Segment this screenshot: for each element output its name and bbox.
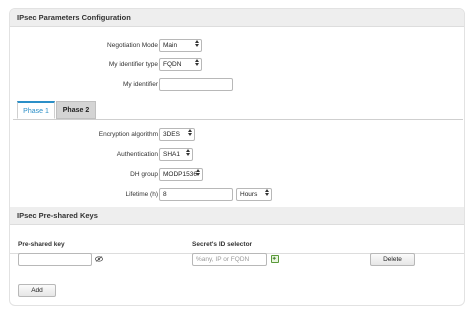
phase-tabs: Phase 1 Phase 2: [13, 101, 463, 120]
tab-phase-2[interactable]: Phase 2: [56, 101, 96, 119]
secret-id-selector-input[interactable]: %any, IP or FQDN: [192, 253, 267, 266]
encryption-label: Encryption algorithm: [98, 131, 158, 138]
my-identifier-type-row: My identifier type FQDN: [10, 57, 464, 73]
delete-button[interactable]: Delete: [370, 253, 415, 266]
lifetime-unit-select[interactable]: Hours: [236, 188, 272, 201]
lifetime-input[interactable]: 8: [159, 188, 233, 201]
section-title: IPsec Parameters Configuration: [17, 13, 131, 22]
authentication-value: SHA1: [163, 151, 180, 158]
dh-group-row: DH group MODP1536: [10, 167, 464, 183]
tab-phase-1-label: Phase 1: [23, 108, 49, 115]
pre-shared-key-input[interactable]: [18, 253, 92, 266]
negotiation-mode-value: Main: [163, 42, 178, 49]
my-identifier-label: My identifier: [122, 81, 158, 88]
col-pre-shared-key: Pre-shared key: [18, 241, 65, 248]
my-identifier-type-select[interactable]: FQDN: [159, 58, 202, 71]
authentication-select[interactable]: SHA1: [159, 148, 193, 161]
authentication-row: Authentication SHA1: [10, 147, 464, 163]
encryption-row: Encryption algorithm 3DES: [10, 127, 464, 143]
tab-phase-2-label: Phase 2: [62, 107, 90, 114]
lifetime-label: Lifetime (h): [125, 191, 158, 198]
my-identifier-type-label: My identifier type: [108, 61, 158, 68]
lifetime-value: 8: [163, 191, 167, 198]
ipsec-config-panel: IPsec Parameters Configuration Negotiati…: [9, 8, 465, 306]
dh-group-value: MODP1536: [163, 171, 197, 178]
lifetime-row: Lifetime (h) 8 Hours: [10, 187, 464, 203]
ipsec-params-header: IPsec Parameters Configuration: [10, 9, 464, 27]
lifetime-unit-value: Hours: [240, 191, 258, 198]
negotiation-mode-row: Negotiation Mode Main: [10, 38, 464, 54]
tab-phase-1[interactable]: Phase 1: [17, 101, 55, 119]
my-identifier-row: My identifier: [10, 77, 464, 93]
add-selector-icon[interactable]: [271, 255, 279, 263]
my-identifier-type-value: FQDN: [163, 61, 182, 68]
dh-group-select[interactable]: MODP1536: [159, 168, 203, 181]
table-row: %any, IP or FQDN Delete: [10, 252, 464, 268]
psk-header: IPsec Pre-shared Keys: [10, 207, 464, 225]
delete-button-label: Delete: [383, 256, 402, 263]
encryption-value: 3DES: [163, 131, 180, 138]
dh-group-label: DH group: [130, 171, 158, 178]
show-password-icon[interactable]: [95, 256, 103, 262]
selector-placeholder: %any, IP or FQDN: [196, 256, 250, 263]
section-title: IPsec Pre-shared Keys: [17, 211, 98, 220]
add-button[interactable]: Add: [18, 284, 56, 297]
col-secret-id-selector: Secret's ID selector: [192, 241, 253, 248]
encryption-select[interactable]: 3DES: [159, 128, 195, 141]
authentication-label: Authentication: [116, 151, 158, 158]
negotiation-mode-label: Negotiation Mode: [107, 42, 158, 49]
add-button-label: Add: [31, 287, 43, 294]
my-identifier-input[interactable]: [159, 78, 233, 91]
negotiation-mode-select[interactable]: Main: [159, 39, 202, 52]
